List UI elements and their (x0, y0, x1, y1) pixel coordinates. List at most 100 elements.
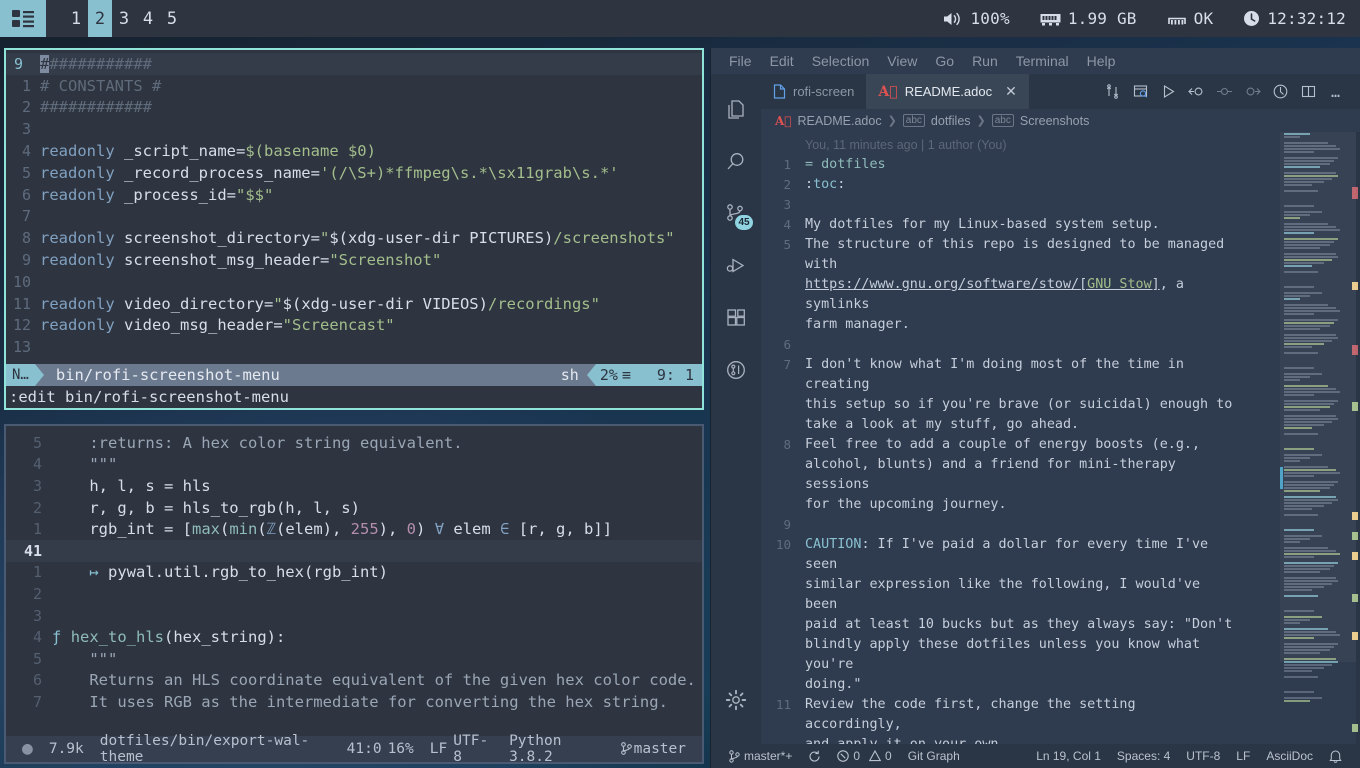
tab-readme-adoc[interactable]: A⃫ README.adoc ✕ (866, 74, 1029, 109)
network-value: OK (1193, 9, 1214, 28)
tray-memory[interactable]: 1.99 GB (1040, 9, 1137, 28)
status-line-ending[interactable]: LF (1228, 749, 1258, 763)
menu-file[interactable]: File (729, 53, 752, 69)
status-branch[interactable]: master*+ (721, 749, 800, 763)
open-preview-icon[interactable] (1126, 74, 1154, 109)
status-problems[interactable]: 0 0 (829, 749, 899, 763)
tray-network[interactable]: OK (1167, 9, 1214, 28)
minimap-scrollbar[interactable] (1356, 132, 1360, 744)
vim-filetype: sh (560, 366, 579, 384)
extensions-icon[interactable] (711, 292, 761, 344)
blame-line: You, 11 minutes ago | 1 author (You) (761, 135, 1280, 155)
menu-terminal[interactable]: Terminal (1016, 53, 1069, 69)
vim-line-number: 4 (21, 142, 31, 161)
vim-line: 9 ############ (6, 53, 702, 75)
status-sync[interactable] (800, 750, 829, 763)
settings-gear-icon[interactable] (711, 674, 761, 726)
run-icon[interactable] (1154, 74, 1182, 109)
py-line-number: 6 (32, 671, 42, 690)
vim-percent: 2% (599, 366, 618, 384)
memory-value: 1.99 GB (1067, 9, 1137, 28)
terminal-window-vim[interactable]: 9 ############ 1 # CONSTANTS # 2 ##########… (4, 48, 704, 410)
breadcrumb-item-screenshots[interactable]: Screenshots (1020, 114, 1089, 128)
editor-minimap[interactable] (1280, 132, 1360, 744)
source-control-icon[interactable]: 45 (711, 188, 761, 240)
line-ending: LF (429, 741, 448, 757)
menu-edit[interactable]: Edit (770, 53, 794, 69)
line-number: 11 (775, 697, 791, 712)
vscode-editor[interactable]: You, 11 minutes ago | 1 author (You) 1 = … (761, 132, 1360, 744)
run-and-debug-icon[interactable] (711, 240, 761, 292)
breadcrumb-item-dotfiles[interactable]: dotfiles (931, 114, 971, 128)
search-icon[interactable] (711, 136, 761, 188)
line-number: 7 (783, 357, 791, 372)
py-line-number: 7 (32, 692, 42, 711)
tray-volume[interactable]: 100% (943, 9, 1010, 28)
py-line: 5 """ (6, 648, 702, 670)
menu-go[interactable]: Go (935, 53, 954, 69)
breadcrumb-item-readme[interactable]: README.adoc (798, 114, 882, 128)
split-editor-icon[interactable] (1294, 74, 1322, 109)
status-cursor-position[interactable]: Ln 19, Col 1 (1028, 749, 1109, 763)
vim-line: 8 readonly screenshot_directory="$(xdg-us… (6, 227, 702, 249)
go-back-icon[interactable] (1182, 74, 1210, 109)
vscode-tab-bar: rofi-screen A⃫ README.adoc ✕ … (761, 74, 1360, 109)
line-number: 10 (775, 537, 791, 552)
minimap-viewport-slider[interactable] (1280, 132, 1356, 662)
workspace-5[interactable]: 5 (160, 0, 184, 37)
go-forward-icon[interactable] (1238, 74, 1266, 109)
menu-help[interactable]: Help (1087, 53, 1116, 69)
system-top-bar: 1 2 3 4 5 100% 1.99 GB OK 12:32:12 (0, 0, 1360, 37)
status-git-graph[interactable]: Git Graph (900, 749, 968, 763)
vim-line-number: 12 (12, 316, 31, 335)
menu-view[interactable]: View (887, 53, 917, 69)
workspace-2[interactable]: 2 (88, 0, 112, 37)
workspace-3[interactable]: 3 (112, 0, 136, 37)
py-line-number: 5 (32, 433, 42, 452)
py-line-number: 2 (32, 498, 42, 517)
tab-rofi-screen[interactable]: rofi-screen (761, 74, 866, 109)
menu-selection[interactable]: Selection (812, 53, 870, 69)
volume-icon (943, 11, 963, 27)
close-icon[interactable]: ✕ (1005, 83, 1017, 100)
vim-line: 11 readonly video_directory="$(xdg-user-d… (6, 293, 702, 315)
explorer-icon[interactable] (711, 84, 761, 136)
clock-history-icon[interactable] (1266, 74, 1294, 109)
line-number: 9 (783, 517, 791, 532)
editor-line: 9 (761, 515, 1280, 535)
source-control-compare-icon[interactable] (1098, 74, 1126, 109)
workspace-4[interactable]: 4 (136, 0, 160, 37)
vscode-window[interactable]: File Edit Selection View Go Run Terminal… (710, 48, 1360, 768)
py-line-number: 1 (32, 563, 42, 582)
center-dot-icon[interactable] (1210, 74, 1238, 109)
vim-line-number: 2 (21, 98, 31, 117)
python-buffer[interactable]: 5 :returns: A hex color string equivalen… (6, 426, 702, 713)
workspace-1[interactable]: 1 (64, 0, 88, 37)
vim-buffer[interactable]: 9 ############ 1 # CONSTANTS # 2 ##########… (6, 50, 702, 358)
vim-line: 7 (6, 206, 702, 228)
git-graph-icon[interactable] (711, 344, 761, 396)
tray-clock[interactable]: 12:32:12 (1243, 9, 1346, 28)
editor-content[interactable]: You, 11 minutes ago | 1 author (You) 1 = … (761, 132, 1280, 744)
py-line: 5 :returns: A hex color string equivalen… (6, 432, 702, 454)
status-indentation[interactable]: Spaces: 4 (1109, 749, 1178, 763)
py-line: 2 r, g, b = hls_to_rgb(h, l, s) (6, 497, 702, 519)
vim-command-line[interactable]: :edit bin/rofi-screenshot-menu (6, 386, 702, 408)
editor-line: 5 The structure of this repo is designed … (761, 235, 1280, 335)
chevron-right-icon: ❯ (887, 115, 897, 127)
notification-bell-icon[interactable] (1321, 749, 1350, 763)
menu-run[interactable]: Run (972, 53, 998, 69)
editor-line: 7 I don't know what I'm doing most of the… (761, 355, 1280, 435)
py-line-text: :returns: A hex color string equivalent. (52, 433, 463, 452)
py-line-text: """ (52, 649, 118, 668)
app-menu-icon[interactable] (0, 0, 46, 37)
vscode-activity-bar: 45 (711, 74, 761, 744)
vim-percent-icon: ≡ (621, 366, 631, 384)
desktop: 1 2 3 4 5 100% 1.99 GB OK 12:32:12 9 ###… (0, 0, 1360, 768)
py-line-number: 2 (32, 584, 42, 603)
terminal-window-python[interactable]: 5 :returns: A hex color string equivalen… (4, 424, 704, 764)
line-number: 8 (783, 437, 791, 452)
status-encoding[interactable]: UTF-8 (1178, 749, 1228, 763)
status-language-mode[interactable]: AsciiDoc (1258, 749, 1321, 763)
more-actions-icon[interactable]: … (1322, 74, 1350, 109)
